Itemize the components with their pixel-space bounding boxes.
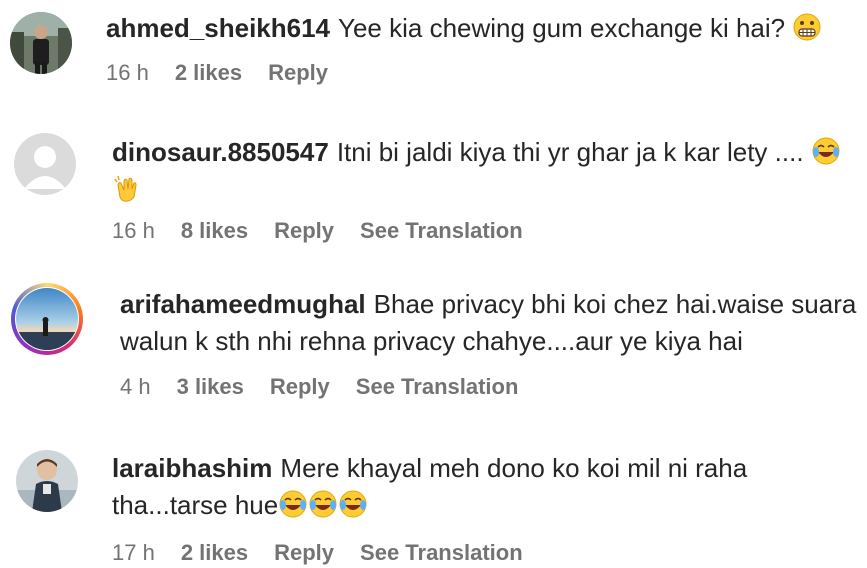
comment-username[interactable]: laraibhashim [112,453,272,483]
comment-item: arifahameedmughal Bhae privacy bhi koi ch… [0,272,867,412]
comment-likes[interactable]: 3 likes [177,374,244,400]
comment-body: laraibhashim Mere khayal meh dono ko koi … [112,450,867,566]
avatar[interactable] [14,133,76,195]
comment-item: laraibhashim Mere khayal meh dono ko koi … [0,436,867,568]
comment-meta: 16 h 2 likes Reply [106,60,867,86]
comment-text: Bhae privacy bhi koi chez hai.waise suar… [373,289,857,319]
comment-username[interactable]: dinosaur.8850547 [112,137,329,167]
reply-button[interactable]: Reply [274,540,334,566]
comment-body: dinosaur.8850547 Itni bi jaldi kiya thi y… [112,134,867,244]
see-translation-button[interactable]: See Translation [360,218,523,244]
comment-text: Mere khayal meh dono ko koi mil ni raha [280,453,748,483]
comment-text-row: walun k sth nhi rehna privacy chahye....… [120,323,867,360]
grimacing-face-icon [792,12,822,42]
see-translation-button[interactable]: See Translation [360,540,523,566]
clapping-hands-icon [112,173,142,203]
avatar[interactable] [16,288,78,350]
comment-likes[interactable]: 8 likes [181,218,248,244]
comment-text-row: tha...tarse hue [112,487,867,524]
face-with-tears-of-joy-icon [278,489,308,519]
comment-text-row: ahmed_sheikh614 Yee kia chewing gum excha… [106,10,867,47]
comment-text: Itni bi jaldi kiya thi yr ghar ja k kar … [336,137,804,167]
comment-username[interactable]: ahmed_sheikh614 [106,13,330,43]
comment-time: 16 h [112,218,155,243]
comment-likes[interactable]: 2 likes [181,540,248,566]
comment-text-row: dinosaur.8850547 Itni bi jaldi kiya thi y… [112,134,867,171]
comment-text-row: laraibhashim Mere khayal meh dono ko koi … [112,450,867,487]
comment-text-line2: walun k sth nhi rehna privacy chahye....… [120,326,743,356]
avatar[interactable] [10,12,72,74]
comment-username[interactable]: arifahameedmughal [120,289,366,319]
reply-button[interactable]: Reply [268,60,328,86]
comment-meta: 16 h 8 likes Reply See Translation [112,218,867,244]
face-with-tears-of-joy-icon [308,489,338,519]
comment-item: dinosaur.8850547 Itni bi jaldi kiya thi y… [0,120,867,260]
comment-text: Yee kia chewing gum exchange ki hai? [338,13,786,43]
comment-time: 4 h [120,374,151,399]
comment-body: arifahameedmughal Bhae privacy bhi koi ch… [120,286,867,400]
face-with-tears-of-joy-icon [811,136,841,166]
comment-text-row [112,171,867,208]
avatar[interactable] [16,450,78,512]
comment-meta: 4 h 3 likes Reply See Translation [120,374,867,400]
comment-body: ahmed_sheikh614 Yee kia chewing gum excha… [106,10,867,86]
comment-text-row: arifahameedmughal Bhae privacy bhi koi ch… [120,286,867,323]
comment-meta: 17 h 2 likes Reply See Translation [112,540,867,566]
comment-item: ahmed_sheikh614 Yee kia chewing gum excha… [0,0,867,100]
reply-button[interactable]: Reply [270,374,330,400]
comment-time: 16 h [106,60,149,85]
reply-button[interactable]: Reply [274,218,334,244]
comment-time: 17 h [112,540,155,565]
comment-likes[interactable]: 2 likes [175,60,242,86]
see-translation-button[interactable]: See Translation [356,374,519,400]
face-with-tears-of-joy-icon [338,489,368,519]
comment-text-line2: tha...tarse hue [112,490,279,520]
